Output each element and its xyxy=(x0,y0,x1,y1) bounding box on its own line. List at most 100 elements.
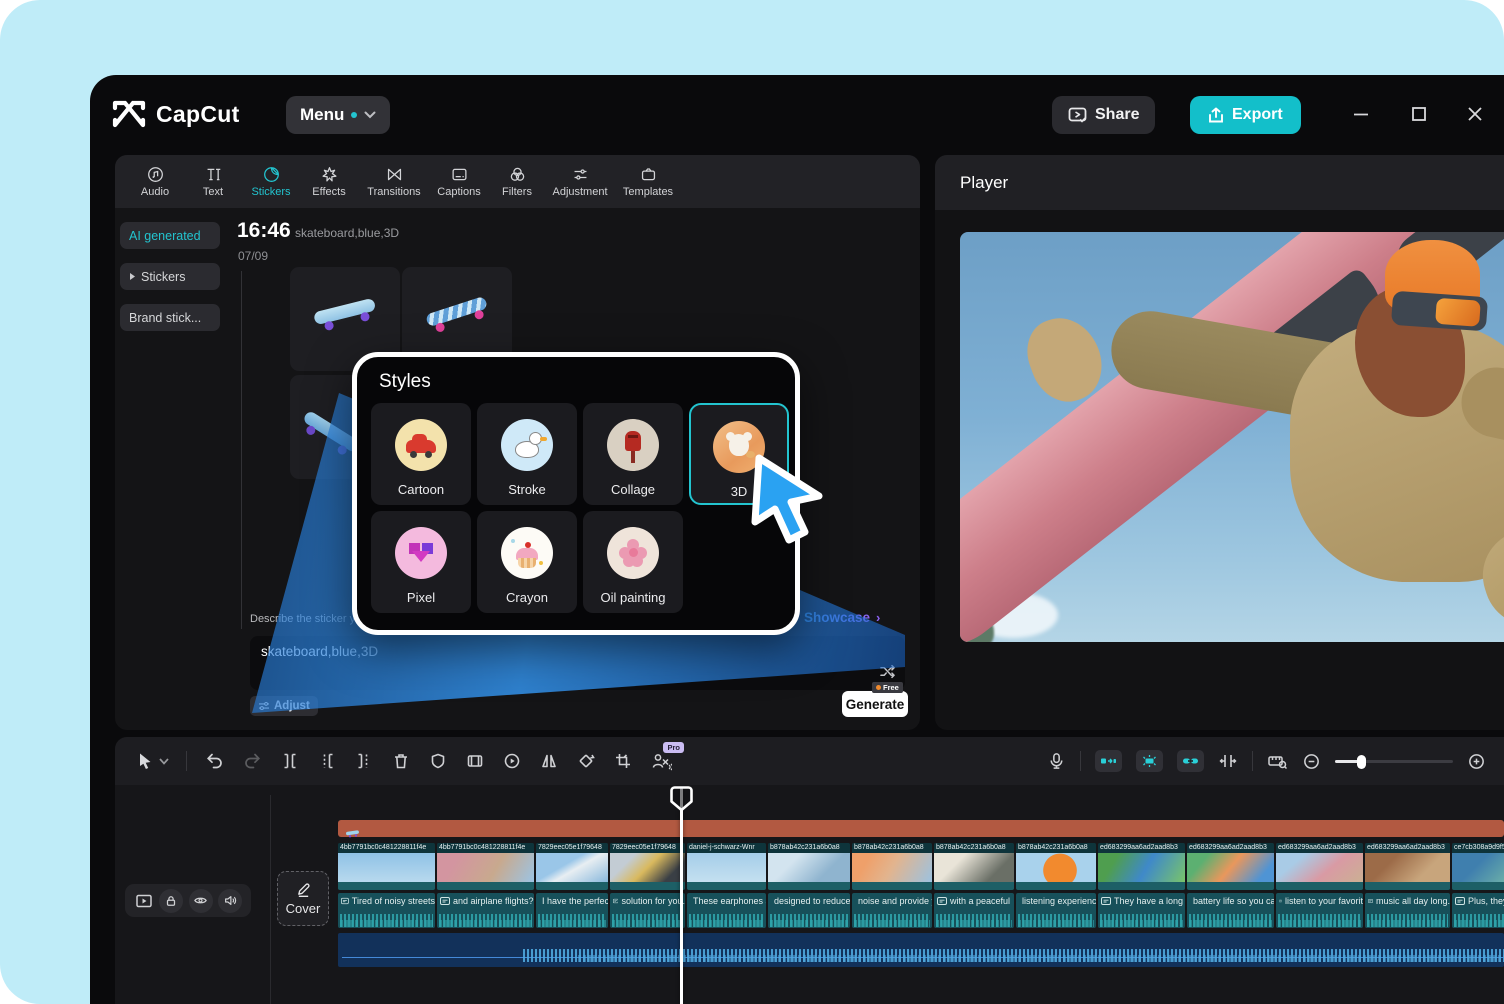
style-option-oil-painting[interactable]: Oil painting xyxy=(583,511,683,613)
share-icon xyxy=(1068,107,1087,123)
tab-effects[interactable]: Effects xyxy=(303,166,355,198)
oil-painting-style-icon xyxy=(607,527,659,579)
video-clip[interactable]: 4bb7791bc0c481228811f4e xyxy=(437,843,534,890)
caption-icon xyxy=(1368,897,1373,905)
audio-track[interactable] xyxy=(338,933,1504,967)
caption-waveform xyxy=(1278,920,1361,927)
sticker-prompt-input[interactable]: skateboard,blue,3D xyxy=(250,636,905,690)
export-button[interactable]: Export xyxy=(1190,96,1301,134)
caption-clip[interactable]: listening experienc xyxy=(1016,893,1096,928)
video-clip[interactable]: b878ab42c231a6b0a8 xyxy=(934,843,1014,890)
caption-text: Plus, they are lig xyxy=(1468,896,1504,906)
video-clip[interactable]: ed683299aa6ad2aad8b3 xyxy=(1365,843,1450,890)
player-title: Player xyxy=(960,173,1008,193)
style-option-collage[interactable]: Collage xyxy=(583,403,683,505)
tab-adjustment[interactable]: Adjustment xyxy=(549,166,611,198)
caption-clip[interactable]: solution for you. xyxy=(610,893,685,928)
adjust-button[interactable]: Adjust xyxy=(250,696,318,716)
sidebar-item-ai-generated[interactable]: AI generated xyxy=(120,222,220,249)
video-clip[interactable]: ed683299aa6ad2aad8b3 xyxy=(1098,843,1185,890)
caption-clip[interactable]: battery life so you ca xyxy=(1187,893,1274,928)
tab-text[interactable]: Text xyxy=(187,166,239,198)
generation-query: skateboard,blue,3D xyxy=(295,226,399,240)
cover-button[interactable]: Cover xyxy=(277,871,329,926)
tab-templates[interactable]: Templates xyxy=(617,166,679,198)
video-clip[interactable]: ce7cb308a9d9f514 xyxy=(1452,843,1504,890)
caption-icon xyxy=(1455,897,1465,905)
video-clip[interactable]: b878ab42c231a6b0a8 xyxy=(768,843,850,890)
select-tool-button[interactable] xyxy=(135,751,169,771)
video-preview[interactable] xyxy=(960,232,1504,642)
clip-thumbnail xyxy=(934,853,1014,882)
capcut-window: CapCut Menu Share Export Audio Text Stic… xyxy=(90,75,1504,1004)
styles-popup-title: Styles xyxy=(379,371,431,393)
share-button[interactable]: Share xyxy=(1052,96,1155,134)
redo-button[interactable] xyxy=(242,751,263,771)
menu-button[interactable]: Menu xyxy=(286,96,390,134)
collage-style-icon xyxy=(607,419,659,471)
caption-clip[interactable]: music all day long. xyxy=(1365,893,1450,928)
video-clip[interactable]: 7829eec05e1f79648 xyxy=(610,843,685,890)
caption-icon xyxy=(1279,897,1282,905)
caption-waveform xyxy=(340,920,433,927)
style-option-crayon[interactable]: Crayon xyxy=(477,511,577,613)
playhead[interactable] xyxy=(680,788,683,1004)
styles-popup: Styles Cartoon xyxy=(352,352,800,635)
style-option-stroke[interactable]: Stroke xyxy=(477,403,577,505)
clip-audio-strip xyxy=(934,882,1014,890)
caption-clip[interactable]: I have the perfect xyxy=(536,893,608,928)
clip-filename: b878ab42c231a6b0a8 xyxy=(934,843,1014,853)
clip-filename: ed683299aa6ad2aad8b3 xyxy=(1365,843,1450,853)
clip-audio-strip xyxy=(1276,882,1363,890)
style-option-pixel[interactable]: Pixel xyxy=(371,511,471,613)
clip-audio-strip xyxy=(1365,882,1450,890)
track-preview-icon[interactable] xyxy=(134,891,154,911)
clip-thumbnail xyxy=(1098,853,1185,882)
caption-clip[interactable]: Tired of noisy streets xyxy=(338,893,435,928)
toggle-visibility-button[interactable] xyxy=(189,889,213,913)
caption-clip[interactable]: noise and provide y xyxy=(852,893,932,928)
trackhead-divider xyxy=(270,795,271,1004)
video-clip[interactable]: b878ab42c231a6b0a8 xyxy=(1016,843,1096,890)
caption-clip[interactable]: listen to your favorit xyxy=(1276,893,1363,928)
minimize-button[interactable] xyxy=(1352,105,1370,128)
video-clip[interactable]: b878ab42c231a6b0a8 xyxy=(852,843,932,890)
video-clip[interactable]: daniel-j-schwarz-Wnr xyxy=(687,843,766,890)
sidebar-item-brand-stickers[interactable]: Brand stick... xyxy=(120,304,220,331)
video-clip[interactable]: ed683299aa6ad2aad8b3 xyxy=(1187,843,1274,890)
tab-captions[interactable]: Captions xyxy=(433,166,485,198)
generate-button[interactable]: Generate xyxy=(842,691,908,717)
crayon-style-icon xyxy=(501,527,553,579)
video-clip[interactable]: 4bb7791bc0c481228811f4e xyxy=(338,843,435,890)
video-clip[interactable]: 7829eec05e1f79648 xyxy=(536,843,608,890)
close-button[interactable] xyxy=(1466,105,1484,128)
tab-transitions[interactable]: Transitions xyxy=(361,166,427,198)
caption-text: Tired of noisy streets xyxy=(352,896,435,906)
clip-filename: ed683299aa6ad2aad8b3 xyxy=(1098,843,1185,853)
undo-button[interactable] xyxy=(204,751,225,771)
shuffle-icon[interactable] xyxy=(879,664,896,684)
clip-filename: b878ab42c231a6b0a8 xyxy=(1016,843,1096,853)
caption-clip[interactable]: with a peaceful xyxy=(934,893,1014,928)
video-clip[interactable]: ed683299aa6ad2aad8b3 xyxy=(1276,843,1363,890)
caption-clip[interactable]: designed to reduce xyxy=(768,893,850,928)
trim-left-button[interactable] xyxy=(317,751,337,771)
sidebar-item-stickers[interactable]: Stickers xyxy=(120,263,220,290)
sliders-icon xyxy=(258,701,270,711)
playhead-handle[interactable] xyxy=(670,786,693,817)
caption-clip[interactable]: Plus, they are lig xyxy=(1452,893,1504,928)
caption-clip[interactable]: and airplane flights? xyxy=(437,893,534,928)
generation-progress: 07/09 xyxy=(238,249,268,263)
tab-audio[interactable]: Audio xyxy=(129,166,181,198)
style-option-cartoon[interactable]: Cartoon xyxy=(371,403,471,505)
mute-track-button[interactable] xyxy=(218,889,242,913)
caption-clip[interactable]: They have a long xyxy=(1098,893,1185,928)
title-bar: CapCut Menu Share Export xyxy=(90,75,1504,155)
sticker-track[interactable] xyxy=(338,820,1504,837)
tab-filters[interactable]: Filters xyxy=(491,166,543,198)
maximize-button[interactable] xyxy=(1410,105,1428,128)
tab-stickers[interactable]: Stickers xyxy=(245,166,297,198)
lock-track-button[interactable] xyxy=(159,889,183,913)
caption-clip[interactable]: These earphones ar xyxy=(687,893,766,928)
split-button[interactable] xyxy=(280,751,300,771)
